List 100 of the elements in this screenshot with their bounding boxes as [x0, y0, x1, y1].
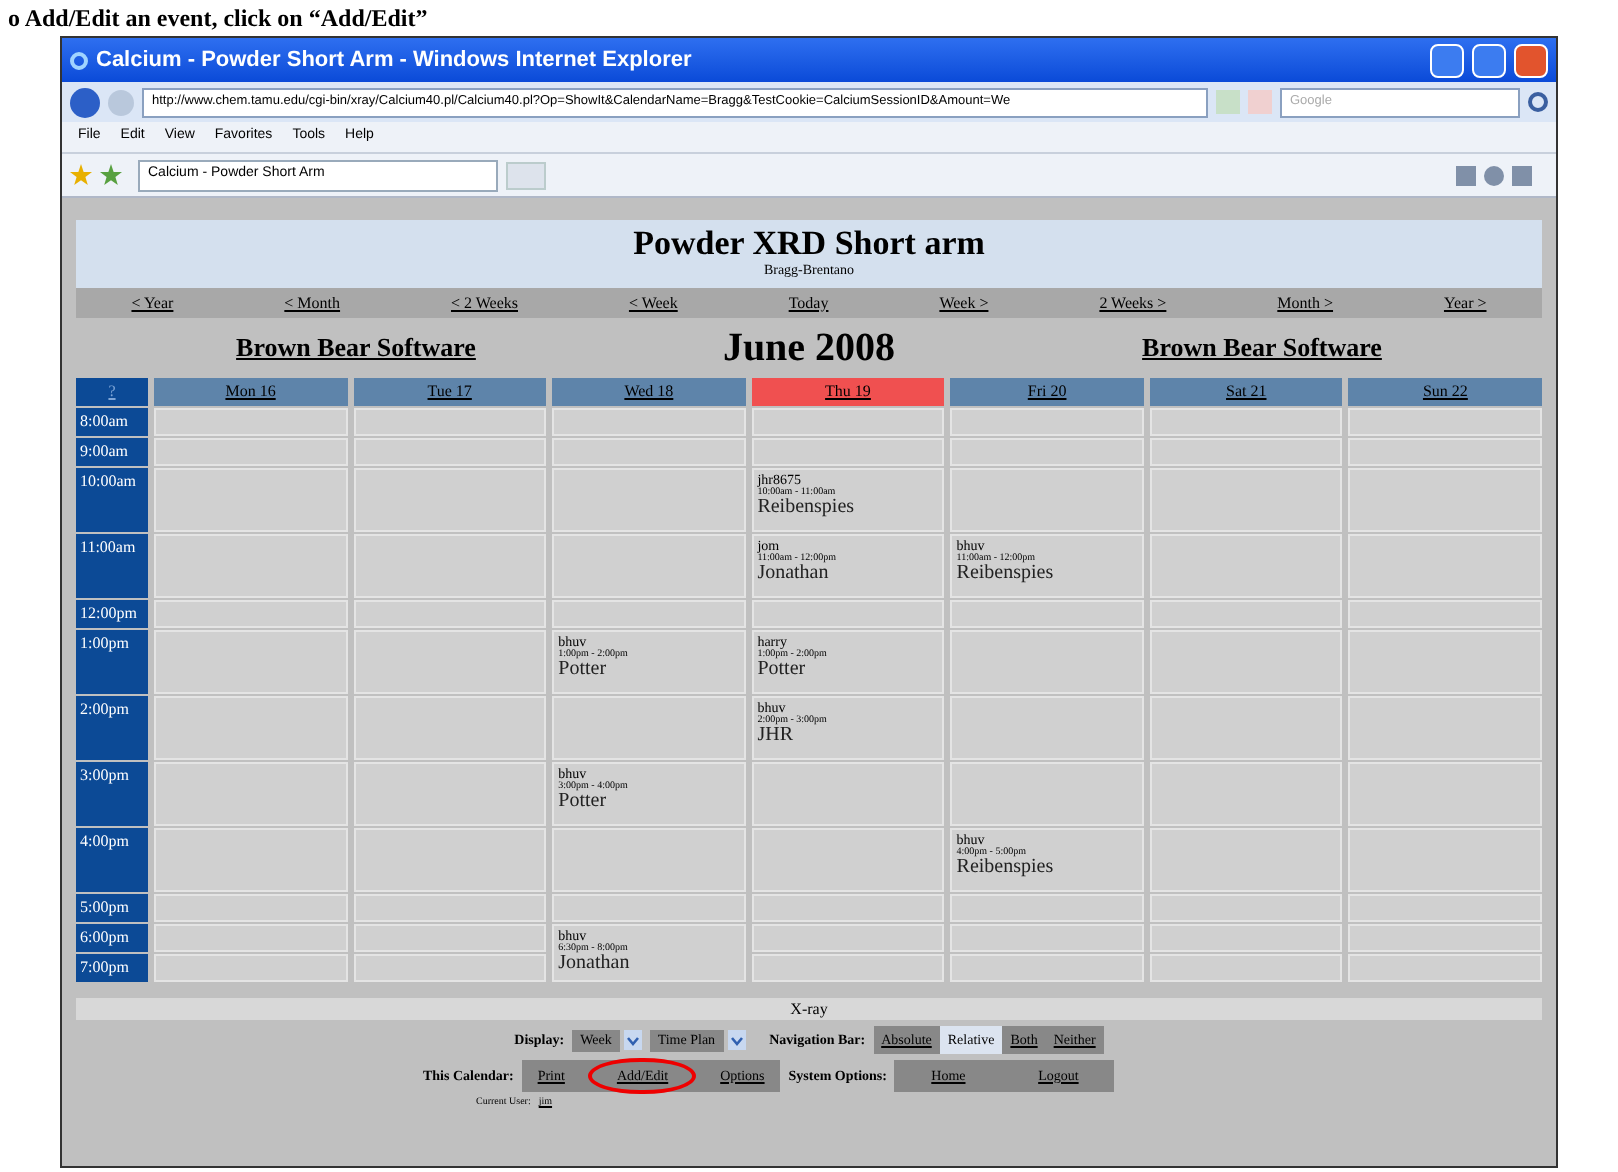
empty-cell[interactable] — [353, 828, 547, 892]
nav-link[interactable]: 2 Weeks > — [1099, 291, 1167, 315]
day-header[interactable]: Sun 22 — [1348, 378, 1542, 406]
empty-cell[interactable] — [353, 534, 547, 598]
empty-cell[interactable] — [154, 762, 348, 826]
empty-cell[interactable] — [1149, 828, 1343, 892]
nav-link[interactable]: Year > — [1443, 291, 1487, 315]
empty-cell[interactable] — [1149, 408, 1343, 436]
empty-cell[interactable] — [950, 630, 1144, 694]
empty-cell[interactable] — [154, 630, 348, 694]
dropdown-icon[interactable] — [727, 1030, 746, 1050]
empty-cell[interactable] — [751, 828, 945, 892]
empty-cell[interactable] — [1149, 696, 1343, 760]
empty-cell[interactable] — [950, 468, 1144, 532]
empty-cell[interactable] — [1348, 408, 1542, 436]
empty-cell[interactable] — [1348, 924, 1542, 952]
day-header[interactable]: Fri 20 — [950, 378, 1144, 406]
empty-cell[interactable] — [1348, 534, 1542, 598]
empty-cell[interactable] — [950, 600, 1144, 628]
empty-cell[interactable] — [1149, 600, 1343, 628]
empty-cell[interactable] — [1348, 630, 1542, 694]
star-icon[interactable] — [70, 164, 92, 186]
corner-link[interactable]: ? — [108, 378, 116, 406]
empty-cell[interactable] — [950, 954, 1144, 982]
empty-cell[interactable] — [950, 894, 1144, 922]
empty-cell[interactable] — [1348, 438, 1542, 466]
empty-cell[interactable] — [154, 828, 348, 892]
empty-cell[interactable] — [1348, 954, 1542, 982]
day-header[interactable]: Wed 18 — [552, 378, 746, 406]
empty-cell[interactable] — [154, 600, 348, 628]
empty-cell[interactable] — [154, 408, 348, 436]
empty-cell[interactable] — [353, 408, 547, 436]
empty-cell[interactable] — [353, 894, 547, 922]
empty-cell[interactable] — [353, 468, 547, 532]
empty-cell[interactable] — [154, 468, 348, 532]
day-header[interactable]: Thu 19 — [751, 378, 945, 406]
nav-link[interactable]: < Week — [628, 291, 678, 315]
empty-cell[interactable] — [552, 600, 746, 628]
nav-link[interactable]: < Year — [131, 291, 174, 315]
empty-cell[interactable] — [552, 696, 746, 760]
close-button[interactable] — [1514, 43, 1548, 77]
new-tab-button[interactable] — [506, 161, 546, 189]
empty-cell[interactable] — [751, 894, 945, 922]
empty-cell[interactable] — [552, 468, 746, 532]
empty-cell[interactable] — [751, 408, 945, 436]
empty-cell[interactable] — [353, 438, 547, 466]
software-link[interactable]: Brown Bear Software — [982, 328, 1542, 368]
empty-cell[interactable] — [1149, 438, 1343, 466]
empty-cell[interactable] — [1149, 762, 1343, 826]
empty-cell[interactable] — [1348, 696, 1542, 760]
empty-cell[interactable] — [950, 924, 1144, 952]
empty-cell[interactable] — [154, 924, 348, 952]
empty-cell[interactable] — [552, 534, 746, 598]
empty-cell[interactable] — [353, 924, 547, 952]
nav-link[interactable]: Today — [788, 291, 829, 315]
empty-cell[interactable] — [1348, 828, 1542, 892]
day-header[interactable]: Sat 21 — [1149, 378, 1343, 406]
empty-cell[interactable] — [154, 954, 348, 982]
empty-cell[interactable] — [1149, 924, 1343, 952]
maximize-button[interactable] — [1472, 43, 1506, 77]
dropdown-icon[interactable] — [623, 1030, 642, 1050]
empty-cell[interactable] — [552, 438, 746, 466]
empty-cell[interactable] — [552, 894, 746, 922]
empty-cell[interactable] — [751, 438, 945, 466]
empty-cell[interactable] — [353, 630, 547, 694]
empty-cell[interactable] — [353, 954, 547, 982]
empty-cell[interactable] — [154, 438, 348, 466]
empty-cell[interactable] — [1348, 600, 1542, 628]
empty-cell[interactable] — [1149, 468, 1343, 532]
empty-cell[interactable] — [751, 762, 945, 826]
empty-cell[interactable] — [751, 954, 945, 982]
empty-cell[interactable] — [353, 762, 547, 826]
empty-cell[interactable] — [950, 696, 1144, 760]
nav-link[interactable]: < 2 Weeks — [451, 291, 518, 315]
software-link[interactable]: Brown Bear Software — [76, 328, 636, 368]
empty-cell[interactable] — [1348, 894, 1542, 922]
empty-cell[interactable] — [751, 600, 945, 628]
nav-link[interactable]: < Month — [284, 291, 341, 315]
empty-cell[interactable] — [751, 924, 945, 952]
empty-cell[interactable] — [353, 600, 547, 628]
nav-link[interactable]: Week > — [939, 291, 989, 315]
day-header[interactable]: Mon 16 — [154, 378, 348, 406]
minimize-button[interactable] — [1430, 43, 1464, 77]
empty-cell[interactable] — [1149, 894, 1343, 922]
empty-cell[interactable] — [353, 696, 547, 760]
empty-cell[interactable] — [154, 696, 348, 760]
nav-link[interactable]: Month > — [1277, 291, 1334, 315]
back-button[interactable] — [70, 87, 100, 117]
empty-cell[interactable] — [154, 534, 348, 598]
empty-cell[interactable] — [1348, 762, 1542, 826]
empty-cell[interactable] — [552, 828, 746, 892]
empty-cell[interactable] — [552, 408, 746, 436]
forward-button[interactable] — [108, 89, 134, 115]
empty-cell[interactable] — [1149, 954, 1343, 982]
star-icon[interactable] — [100, 164, 122, 186]
day-header[interactable]: Tue 17 — [353, 378, 547, 406]
empty-cell[interactable] — [1149, 534, 1343, 598]
empty-cell[interactable] — [1149, 630, 1343, 694]
empty-cell[interactable] — [1348, 468, 1542, 532]
empty-cell[interactable] — [950, 408, 1144, 436]
